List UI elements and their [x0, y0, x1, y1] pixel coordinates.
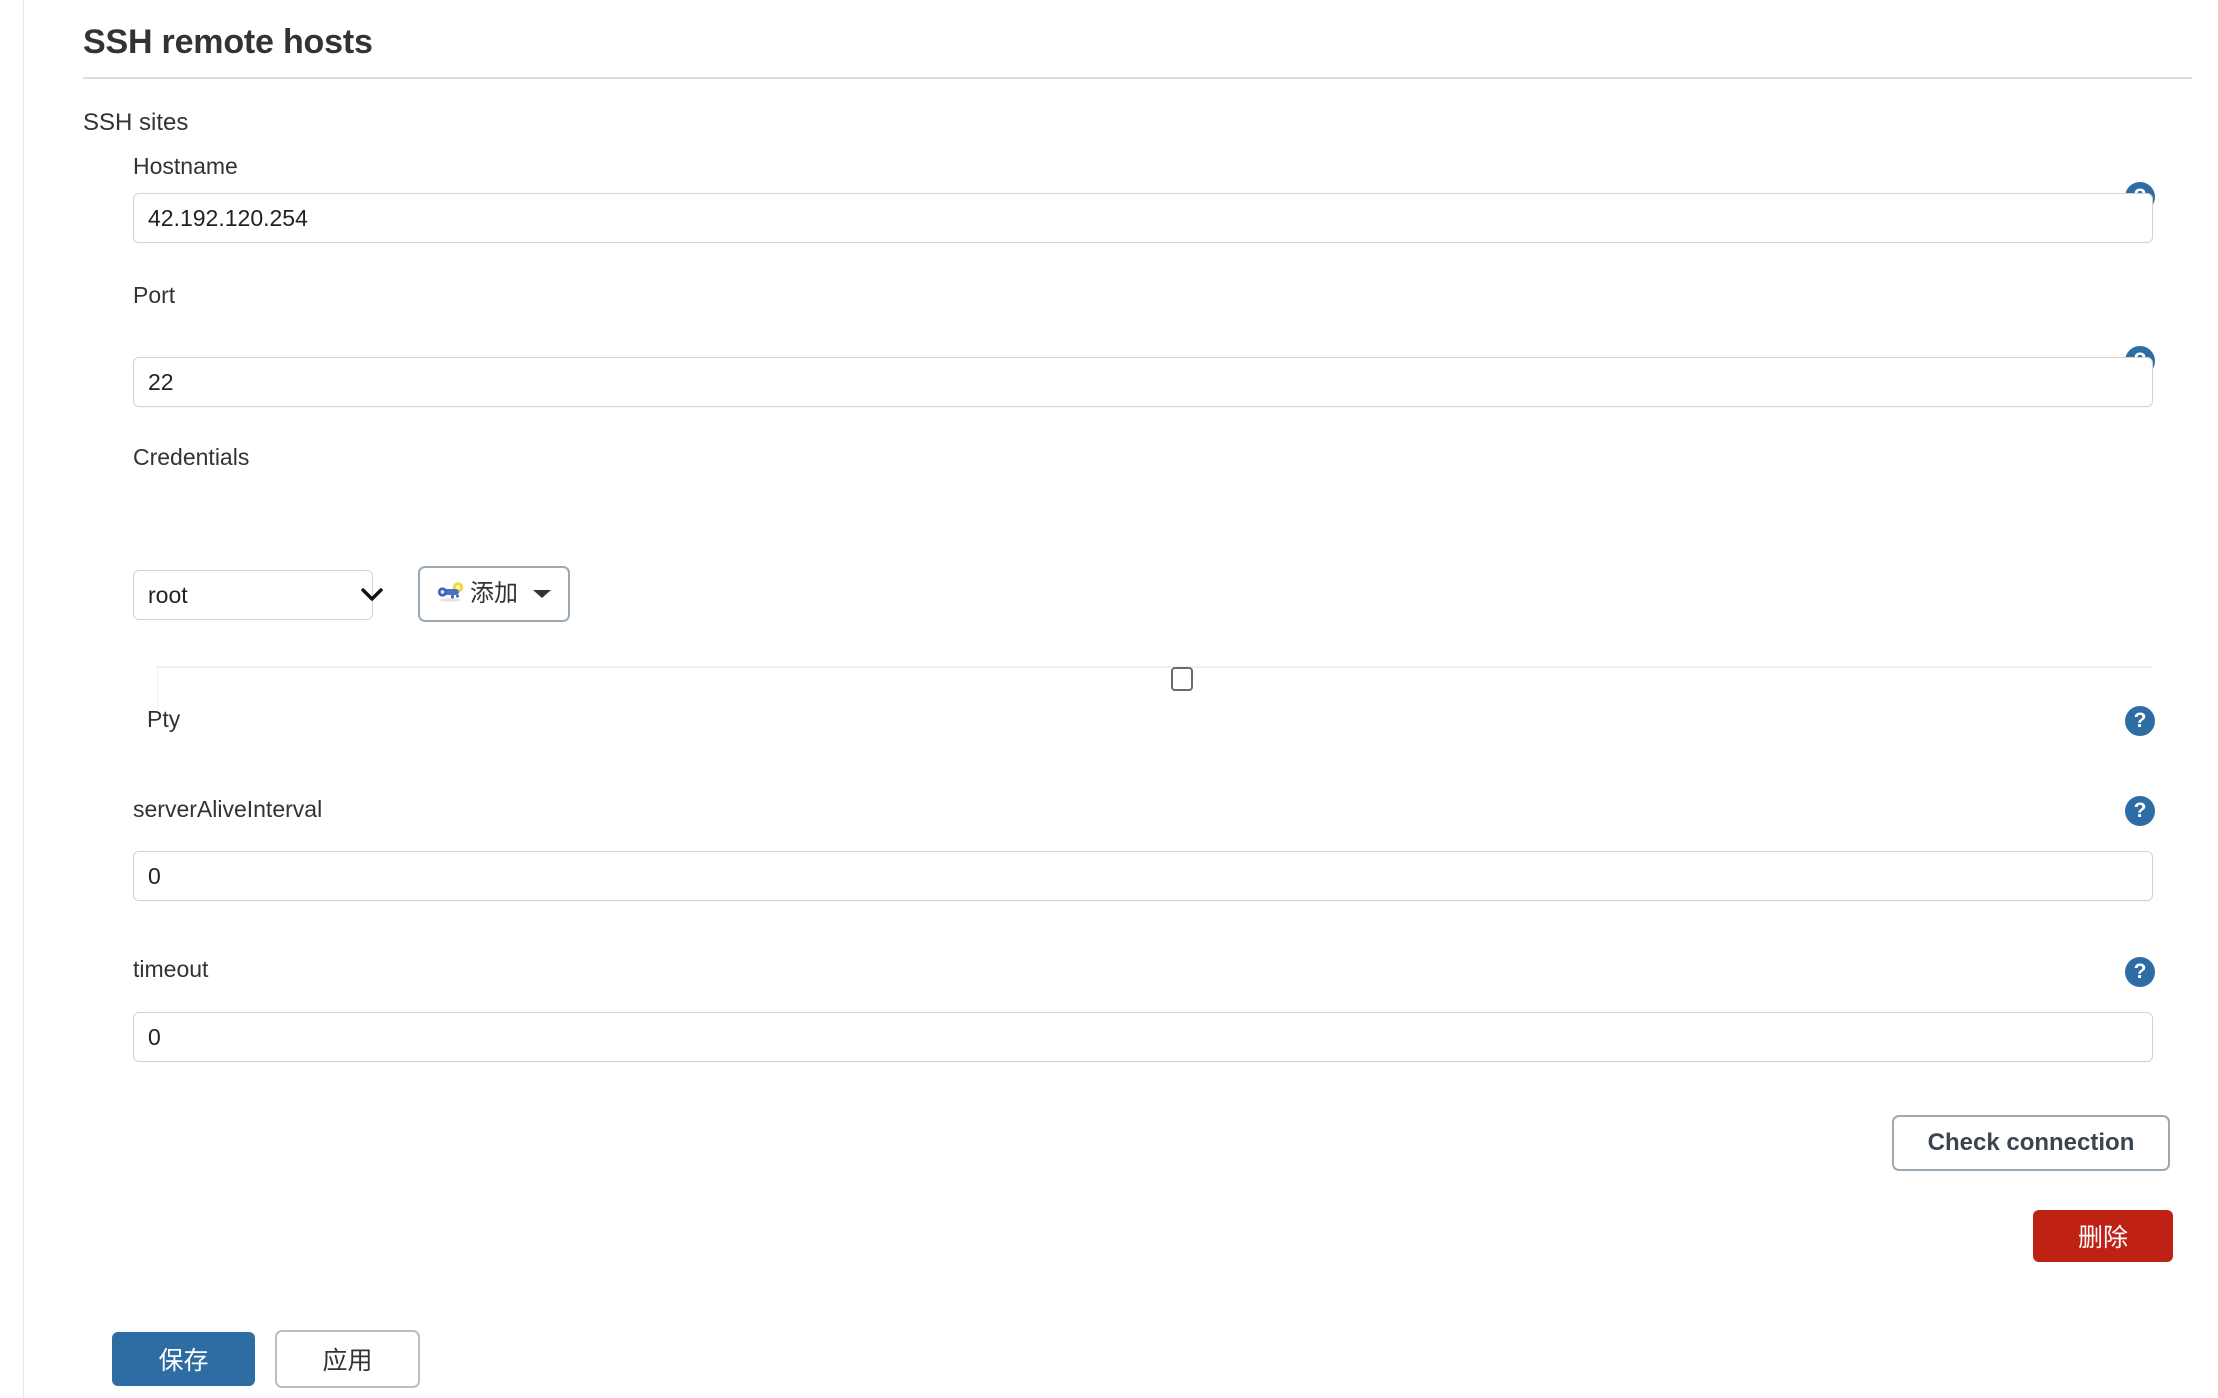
add-credentials-caret-icon — [532, 588, 552, 600]
add-credentials-button[interactable]: 添加 — [418, 566, 570, 622]
key-icon — [436, 581, 466, 608]
ssh-remote-hosts-page: SSH remote hosts SSH sites Hostname ? Po… — [24, 0, 2218, 1398]
apply-button[interactable]: 应用 — [275, 1330, 420, 1388]
port-label: Port — [133, 282, 176, 308]
page-title: SSH remote hosts — [83, 23, 373, 61]
server-alive-interval-help-icon[interactable]: ? — [2125, 796, 2155, 826]
timeout-input[interactable] — [133, 1012, 2153, 1062]
title-divider — [83, 77, 2192, 79]
timeout-help-icon[interactable]: ? — [2125, 957, 2155, 987]
server-alive-interval-input[interactable] — [133, 851, 2153, 901]
save-button[interactable]: 保存 — [112, 1332, 255, 1386]
pty-help-icon[interactable]: ? — [2125, 706, 2155, 736]
pty-checkbox[interactable] — [1171, 667, 1193, 691]
add-credentials-label: 添加 — [470, 580, 518, 607]
timeout-label: timeout — [133, 956, 209, 982]
pty-label: Pty — [147, 706, 181, 732]
server-alive-interval-label: serverAliveInterval — [133, 796, 323, 822]
port-input[interactable] — [133, 357, 2153, 407]
pty-divider-box — [157, 666, 2153, 712]
credentials-label: Credentials — [133, 444, 250, 470]
check-connection-button[interactable]: Check connection — [1892, 1115, 2170, 1171]
hostname-label: Hostname — [133, 153, 238, 179]
section-label-ssh-sites: SSH sites — [83, 109, 189, 136]
delete-button[interactable]: 删除 — [2033, 1210, 2173, 1262]
hostname-input[interactable] — [133, 193, 2153, 243]
credentials-select[interactable]: root — [133, 570, 373, 620]
